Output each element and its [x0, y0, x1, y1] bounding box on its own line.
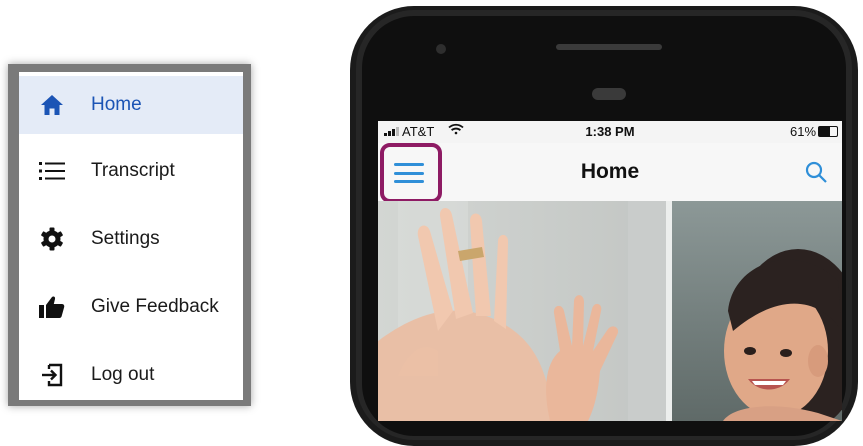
- hero-photo: [378, 201, 842, 421]
- proximity-sensor: [592, 88, 626, 100]
- menu-label-give-feedback: Give Feedback: [91, 296, 219, 317]
- hamburger-menu-icon[interactable]: [394, 161, 424, 185]
- navigation-menu: Home Transcript Settings Give Feedback L…: [19, 72, 243, 400]
- thumbs-up-icon: [39, 294, 65, 320]
- battery-percent: 61%: [790, 124, 817, 139]
- menu-label-home: Home: [91, 94, 142, 115]
- home-icon: [39, 92, 65, 118]
- list-icon: [39, 158, 65, 184]
- menu-item-home[interactable]: Home: [19, 76, 243, 134]
- menu-item-give-feedback[interactable]: Give Feedback: [19, 278, 243, 336]
- earpiece-speaker: [556, 44, 662, 50]
- menu-label-settings: Settings: [91, 228, 160, 249]
- menu-item-settings[interactable]: Settings: [19, 210, 243, 268]
- menu-label-log-out: Log out: [91, 364, 155, 385]
- gear-icon: [39, 226, 65, 252]
- status-bar: AT&T 1:38 PM 61%: [378, 121, 842, 143]
- battery-icon: [818, 126, 838, 137]
- menu-label-transcript: Transcript: [91, 160, 175, 181]
- menu-item-log-out[interactable]: Log out: [19, 346, 243, 404]
- phone-screen: AT&T 1:38 PM 61% Home: [378, 121, 842, 421]
- menu-item-transcript[interactable]: Transcript: [19, 142, 243, 200]
- logout-icon: [39, 362, 65, 388]
- nav-title: Home: [580, 160, 640, 183]
- front-camera: [436, 44, 446, 54]
- search-icon[interactable]: [804, 160, 828, 189]
- app-nav-bar: Home: [378, 143, 842, 203]
- status-time: 1:38 PM: [585, 124, 635, 139]
